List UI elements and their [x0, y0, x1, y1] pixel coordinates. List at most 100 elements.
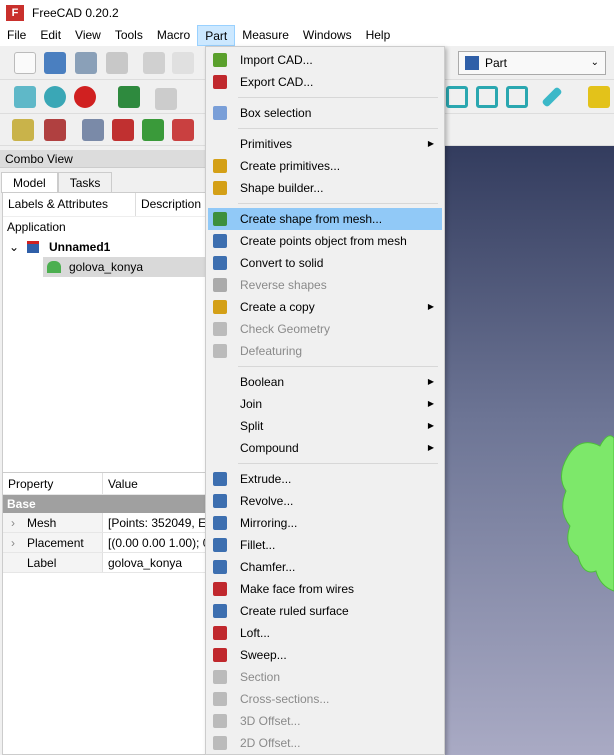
fit-all-icon[interactable] — [14, 86, 36, 108]
menu-edit[interactable]: Edit — [33, 25, 68, 46]
sweep-icon — [213, 648, 227, 662]
menu-item-make-face-from-wires[interactable]: Make face from wires — [208, 578, 442, 600]
defeaturing-icon — [213, 344, 227, 358]
menu-file[interactable]: File — [0, 25, 33, 46]
property-value[interactable]: [(0.00 0.00 1.00); 0. — [103, 533, 207, 552]
cut-icon[interactable] — [143, 52, 165, 74]
menu-macro[interactable]: Macro — [150, 25, 197, 46]
menu-item-label: Reverse shapes — [240, 278, 327, 292]
menu-item-extrude[interactable]: Extrude... — [208, 468, 442, 490]
property-name: Placement — [27, 536, 84, 550]
menu-item-label: 2D Offset... — [240, 736, 301, 750]
menu-part[interactable]: Part — [197, 25, 236, 46]
menu-item-label: Revolve... — [240, 494, 294, 508]
menu-item-shape-builder[interactable]: Shape builder... — [208, 177, 442, 199]
menu-item-loft[interactable]: Loft... — [208, 622, 442, 644]
menu-item-3d-offset: 3D Offset... — [208, 710, 442, 732]
points-from-mesh-icon — [213, 234, 227, 248]
menu-item-label: Convert to solid — [240, 256, 324, 270]
tree-object[interactable]: golova_konya — [43, 257, 207, 277]
fit-selection-icon[interactable] — [44, 86, 66, 108]
menu-item-revolve[interactable]: Revolve... — [208, 490, 442, 512]
measure-angular-icon[interactable] — [44, 119, 66, 141]
tab-model[interactable]: Model — [1, 172, 58, 193]
part-menu-dropdown: Import CAD... Export CAD... Box selection P… — [205, 46, 445, 755]
menu-item-label: Join — [240, 397, 263, 411]
back-arrow-icon[interactable] — [155, 88, 177, 110]
tree-document[interactable]: ⌄ Unnamed1 — [3, 237, 207, 257]
measure-clear-icon[interactable] — [112, 119, 134, 141]
menu-item-create-points-object-from-mesh[interactable]: Create points object from mesh — [208, 230, 442, 252]
menu-item-create-ruled-surface[interactable]: Create ruled surface — [208, 600, 442, 622]
menu-item-mirroring[interactable]: Mirroring... — [208, 512, 442, 534]
menu-item-create-a-copy[interactable]: Create a copy ▶ — [208, 296, 442, 318]
group-base: Base — [3, 495, 207, 513]
draw-style-icon[interactable] — [74, 86, 96, 108]
submenu-arrow-icon: ▶ — [427, 377, 434, 386]
view-bottom-icon[interactable] — [476, 86, 498, 108]
menu-windows[interactable]: Windows — [296, 25, 359, 46]
object-label: golova_konya — [69, 260, 144, 274]
tab-tasks[interactable]: Tasks — [57, 172, 113, 193]
measure-linear-icon[interactable] — [12, 119, 34, 141]
menu-item-label: Check Geometry — [240, 322, 331, 336]
measure-distance-icon[interactable] — [541, 86, 563, 108]
menu-item-export-cad[interactable]: Export CAD... — [208, 71, 442, 93]
menu-help[interactable]: Help — [359, 25, 398, 46]
measure-toggle-delta-icon[interactable] — [172, 119, 194, 141]
copy-icon[interactable] — [172, 52, 194, 74]
mesh-icon — [47, 261, 61, 273]
menu-item-sweep[interactable]: Sweep... — [208, 644, 442, 666]
column-labels[interactable]: Labels & Attributes — [3, 193, 136, 216]
menu-measure[interactable]: Measure — [235, 25, 296, 46]
shape-from-mesh-icon — [213, 212, 227, 226]
property-value[interactable]: golova_konya — [103, 553, 207, 572]
menu-item-chamfer[interactable]: Chamfer... — [208, 556, 442, 578]
column-property: Property — [3, 473, 103, 494]
expand-chevron-icon[interactable]: › — [11, 513, 15, 533]
menu-item-label: Make face from wires — [240, 582, 355, 596]
part-box-icon[interactable] — [588, 86, 610, 108]
property-row-label[interactable]: Label golova_konya — [3, 553, 207, 573]
expand-chevron-icon[interactable]: › — [11, 533, 15, 553]
primitives-icon — [213, 159, 227, 173]
menu-separator — [238, 463, 438, 464]
measure-toggle-icon[interactable] — [142, 119, 164, 141]
menu-item-boolean[interactable]: Boolean ▶ — [208, 371, 442, 393]
new-file-icon[interactable] — [14, 52, 36, 74]
menu-item-label: Export CAD... — [240, 75, 314, 89]
expand-chevron-icon[interactable]: ⌄ — [9, 237, 19, 257]
workbench-selector[interactable]: Part ⌄ — [458, 51, 606, 75]
menu-item-convert-to-solid[interactable]: Convert to solid — [208, 252, 442, 274]
save-as-icon[interactable] — [106, 52, 128, 74]
menu-item-compound[interactable]: Compound ▶ — [208, 437, 442, 459]
menu-item-import-cad[interactable]: Import CAD... — [208, 49, 442, 71]
menu-item-create-primitives[interactable]: Create primitives... — [208, 155, 442, 177]
menu-item-primitives[interactable]: Primitives ▶ — [208, 133, 442, 155]
property-row-placement[interactable]: › Placement [(0.00 0.00 1.00); 0. — [3, 533, 207, 553]
menu-item-label: Mirroring... — [240, 516, 298, 530]
view-left-icon[interactable] — [506, 86, 528, 108]
menu-view[interactable]: View — [68, 25, 108, 46]
convert-solid-icon — [213, 256, 227, 270]
view-rear-icon[interactable] — [446, 86, 468, 108]
menu-item-box-selection[interactable]: Box selection — [208, 102, 442, 124]
menu-item-fillet[interactable]: Fillet... — [208, 534, 442, 556]
bounding-box-icon[interactable] — [118, 86, 140, 108]
menu-tools[interactable]: Tools — [108, 25, 150, 46]
menu-item-join[interactable]: Join ▶ — [208, 393, 442, 415]
menu-item-create-shape-from-mesh[interactable]: Create shape from mesh... — [208, 208, 442, 230]
property-row-mesh[interactable]: › Mesh [Points: 352049, Ec — [3, 513, 207, 533]
menu-item-split[interactable]: Split ▶ — [208, 415, 442, 437]
menu-item-label: Chamfer... — [240, 560, 296, 574]
open-file-icon[interactable] — [44, 52, 66, 74]
column-description[interactable]: Description — [136, 193, 207, 216]
import-cad-icon — [213, 53, 227, 67]
property-value[interactable]: [Points: 352049, Ec — [103, 513, 207, 532]
copy-icon — [213, 300, 227, 314]
submenu-arrow-icon: ▶ — [427, 421, 434, 430]
save-icon[interactable] — [75, 52, 97, 74]
menu-item-label: Create points object from mesh — [240, 234, 407, 248]
measure-refresh-icon[interactable] — [82, 119, 104, 141]
menu-item-label: Split — [240, 419, 264, 433]
